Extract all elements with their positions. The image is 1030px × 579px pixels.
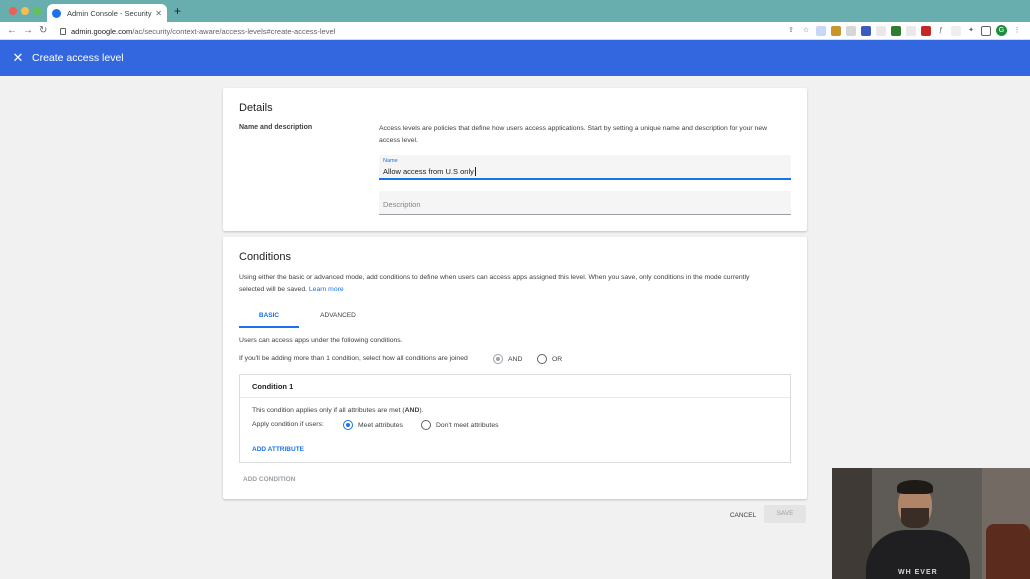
tab-basic[interactable]: BASIC: [239, 307, 299, 328]
extension-icon[interactable]: [921, 25, 931, 36]
admin-console-favicon-icon: [52, 8, 61, 18]
close-icon[interactable]: ✕: [11, 50, 25, 66]
page-title: Create access level: [32, 52, 124, 64]
browser-tab[interactable]: Admin Console - Security - Co ✕: [47, 4, 167, 22]
meet-attributes-label: Meet attributes: [358, 422, 403, 429]
condition-note: This condition applies only if all attri…: [252, 405, 424, 417]
join-prompt: If you'll be adding more than 1 conditio…: [239, 355, 468, 362]
extension-icon[interactable]: [816, 25, 826, 36]
url-path: /ac/security/context-aware/access-levels…: [132, 26, 336, 36]
extension-icon[interactable]: ƒ: [936, 26, 946, 36]
conditions-intro-line-1: Using either the basic or advanced mode,…: [239, 274, 750, 281]
add-condition-button[interactable]: ADD CONDITION: [243, 476, 295, 483]
puzzle-icon[interactable]: ✦: [966, 26, 976, 36]
extension-toolbar: ⇪ ☆ ƒ ✦ G ⋮: [786, 25, 1022, 36]
cancel-button[interactable]: CANCEL: [727, 509, 759, 523]
address-bar[interactable]: admin.google.com/ac/security/context-awa…: [56, 24, 816, 38]
condition-note-suffix: ).: [419, 407, 424, 414]
extension-icon[interactable]: [831, 25, 841, 36]
extension-icon[interactable]: [891, 25, 901, 36]
users-conditions-text: Users can access apps under the followin…: [239, 337, 403, 344]
conditions-intro-line-2: selected will be saved. Learn more: [239, 284, 799, 296]
extension-icon[interactable]: [951, 25, 961, 36]
window-zoom-button[interactable]: [33, 7, 41, 15]
save-button[interactable]: SAVE: [764, 505, 806, 523]
app-header: ✕ Create access level: [0, 40, 1030, 76]
more-menu-icon[interactable]: ⋮: [1012, 26, 1022, 36]
conditions-card: Conditions Using either the basic or adv…: [223, 237, 807, 499]
tab-advanced[interactable]: ADVANCED: [309, 307, 367, 328]
tab-close-icon[interactable]: ✕: [155, 9, 162, 18]
dont-meet-attributes-radio[interactable]: [421, 420, 431, 430]
new-tab-button[interactable]: +: [174, 4, 181, 18]
meet-attributes-radio[interactable]: [343, 420, 353, 430]
conditions-intro-line-2-text: selected will be saved.: [239, 286, 308, 293]
profile-avatar[interactable]: G: [996, 25, 1007, 36]
details-intro-line-2: access level.: [379, 137, 418, 144]
reload-icon[interactable]: ↻: [39, 23, 47, 39]
details-card: Details Name and description Access leve…: [223, 88, 807, 231]
browser-toolbar: ← → ↻ admin.google.com/ac/security/conte…: [0, 22, 1030, 40]
presenter-beard: [901, 508, 929, 528]
condition-note-bold: AND: [404, 407, 420, 414]
description-field[interactable]: Description: [379, 191, 791, 215]
sidebar-icon[interactable]: [981, 25, 991, 36]
conditions-heading: Conditions: [239, 251, 291, 263]
join-or-radio[interactable]: [537, 354, 547, 364]
webcam-chair: [986, 524, 1030, 579]
star-icon[interactable]: ☆: [801, 26, 811, 36]
window-minimize-button[interactable]: [21, 7, 29, 15]
join-and-radio[interactable]: [493, 354, 503, 364]
details-intro-line-1: Access levels are policies that define h…: [379, 125, 768, 132]
condition-1-panel: Condition 1 This condition applies only …: [239, 374, 791, 463]
condition-note-prefix: This condition applies only if all attri…: [252, 407, 405, 414]
add-attribute-button[interactable]: ADD ATTRIBUTE: [252, 446, 304, 453]
back-arrow-icon[interactable]: ←: [7, 23, 17, 39]
details-heading: Details: [239, 102, 273, 114]
window-close-button[interactable]: [9, 7, 17, 15]
extension-icon[interactable]: [846, 25, 856, 36]
details-intro: Access levels are policies that define h…: [379, 123, 794, 147]
join-or-label: OR: [552, 356, 563, 363]
join-and-label: AND: [508, 356, 523, 363]
condition-1-header: Condition 1: [240, 375, 790, 398]
browser-tab-strip: Admin Console - Security - Co ✕ +: [0, 0, 1030, 22]
name-field-label: Name: [383, 158, 398, 164]
extension-icon[interactable]: [906, 25, 916, 36]
shirt-print: WH EVER: [898, 569, 938, 576]
url-text: admin.google.com/ac/security/context-awa…: [71, 27, 335, 36]
webcam-overlay: WH EVER: [832, 468, 1030, 579]
extension-icon[interactable]: [876, 25, 886, 36]
learn-more-link[interactable]: Learn more: [309, 286, 344, 293]
lock-icon: [60, 27, 66, 35]
dont-meet-attributes-label: Don't meet attributes: [436, 422, 499, 429]
extension-icon[interactable]: [861, 25, 871, 36]
apply-condition-label: Apply condition if users:: [252, 421, 324, 428]
url-host: admin.google.com: [71, 26, 133, 36]
name-input[interactable]: Allow access from U.S only: [383, 167, 476, 176]
name-field[interactable]: Name Allow access from U.S only: [379, 155, 791, 180]
conditions-intro: Using either the basic or advanced mode,…: [239, 272, 799, 296]
browser-tab-title: Admin Console - Security - Co: [67, 8, 152, 18]
share-icon[interactable]: ⇪: [786, 26, 796, 36]
condition-1-title: Condition 1: [252, 382, 294, 391]
presenter-hair: [897, 480, 933, 494]
forward-arrow-icon[interactable]: →: [23, 23, 33, 39]
description-input[interactable]: Description: [383, 200, 421, 209]
name-and-description-label: Name and description: [239, 124, 313, 131]
